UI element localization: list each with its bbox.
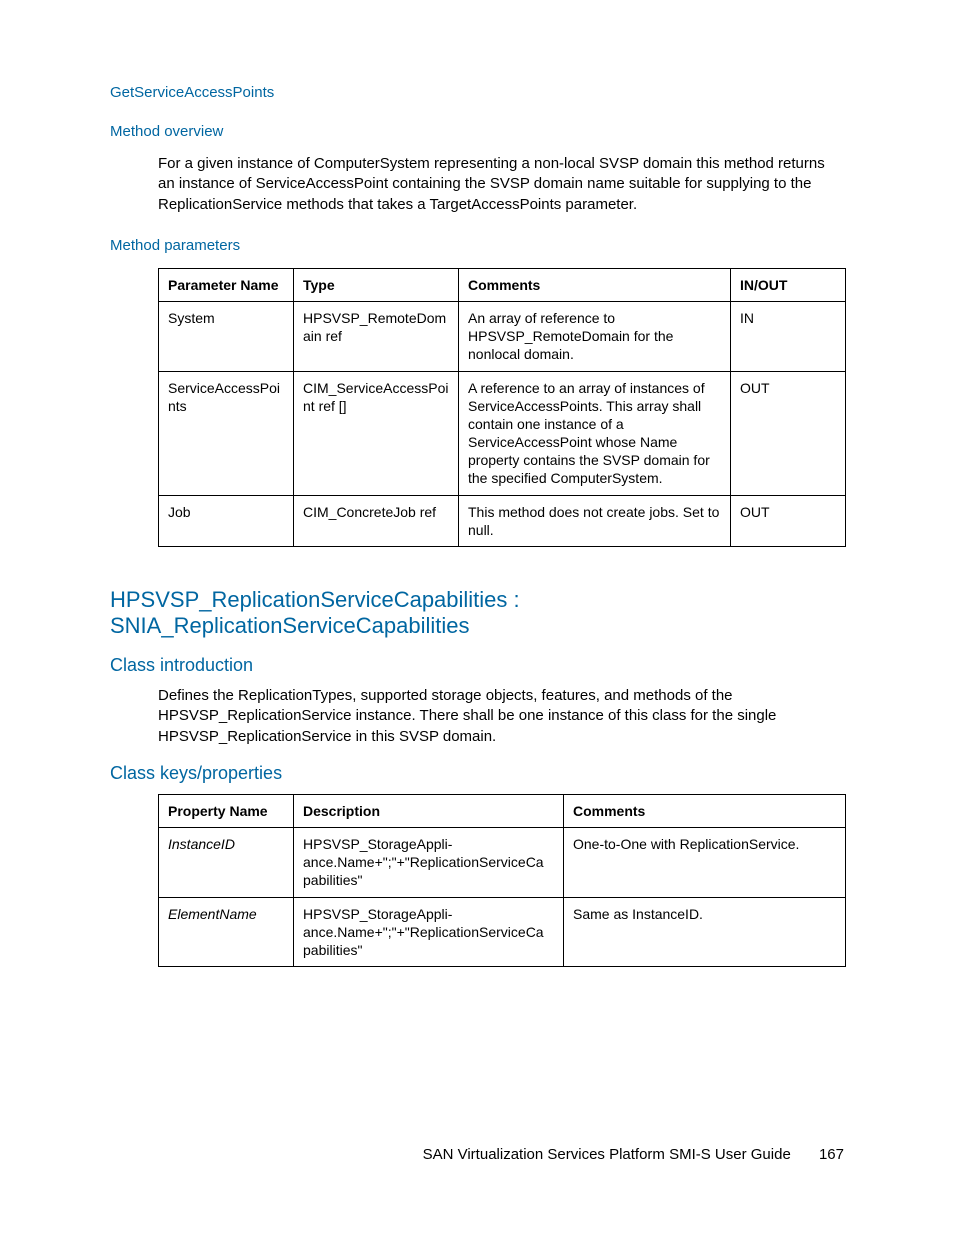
col-description: Description (294, 794, 564, 827)
table-row: InstanceID HPSVSP_StorageAppli­ance.Name… (159, 827, 846, 897)
cell-name: ElementName (159, 897, 294, 967)
class-heading: HPSVSP_ReplicationServiceCapabilities : … (110, 587, 844, 639)
cell-comments: This method does not create jobs. Set to… (459, 495, 731, 546)
table-header-row: Parameter Name Type Comments IN/OUT (159, 268, 846, 301)
table-row: Job CIM_ConcreteJob ref This method does… (159, 495, 846, 546)
method-overview-heading: Method overview (110, 123, 844, 140)
class-intro-heading: Class introduction (110, 655, 844, 676)
cell-name: Job (159, 495, 294, 546)
method-name-heading: GetServiceAccessPoints (110, 84, 844, 101)
cell-comments: Same as InstanceID. (564, 897, 846, 967)
table-row: ServiceAccessPoints CIM_ServiceAccessPoi… (159, 371, 846, 495)
col-comments: Comments (459, 268, 731, 301)
class-intro-text: Defines the ReplicationTypes, supported … (158, 686, 844, 747)
cell-name: System (159, 301, 294, 371)
col-comments: Comments (564, 794, 846, 827)
cell-type: CIM_ServiceAccessPoint ref [] (294, 371, 459, 495)
method-parameters-heading: Method parameters (110, 237, 844, 254)
col-type: Type (294, 268, 459, 301)
cell-comments: A reference to an array of instances of … (459, 371, 731, 495)
cell-io: OUT (731, 495, 846, 546)
col-inout: IN/OUT (731, 268, 846, 301)
cell-comments: One-to-One with ReplicationService. (564, 827, 846, 897)
cell-io: OUT (731, 371, 846, 495)
class-keys-table: Property Name Description Comments Insta… (158, 794, 846, 967)
col-parameter-name: Parameter Name (159, 268, 294, 301)
page-footer: SAN Virtualization Services Platform SMI… (423, 1146, 844, 1163)
cell-name: InstanceID (159, 827, 294, 897)
cell-type: HPSVSP_RemoteDomain ref (294, 301, 459, 371)
class-keys-heading: Class keys/properties (110, 763, 844, 784)
table-header-row: Property Name Description Comments (159, 794, 846, 827)
method-overview-text: For a given instance of ComputerSystem r… (158, 154, 844, 215)
page-content: GetServiceAccessPoints Method overview F… (0, 0, 954, 967)
cell-desc: HPSVSP_StorageAppli­ance.Name+";"+"Repli… (294, 897, 564, 967)
table-row: ElementName HPSVSP_StorageAppli­ance.Nam… (159, 897, 846, 967)
col-property-name: Property Name (159, 794, 294, 827)
footer-page-number: 167 (819, 1146, 844, 1163)
cell-comments: An array of reference to HPSVSP_Remote­D… (459, 301, 731, 371)
cell-io: IN (731, 301, 846, 371)
cell-type: CIM_ConcreteJob ref (294, 495, 459, 546)
footer-title: SAN Virtualization Services Platform SMI… (423, 1146, 791, 1163)
cell-name: ServiceAccessPoints (159, 371, 294, 495)
method-parameters-table: Parameter Name Type Comments IN/OUT Syst… (158, 268, 846, 547)
table-row: System HPSVSP_RemoteDomain ref An array … (159, 301, 846, 371)
cell-desc: HPSVSP_StorageAppli­ance.Name+";"+"Repli… (294, 827, 564, 897)
